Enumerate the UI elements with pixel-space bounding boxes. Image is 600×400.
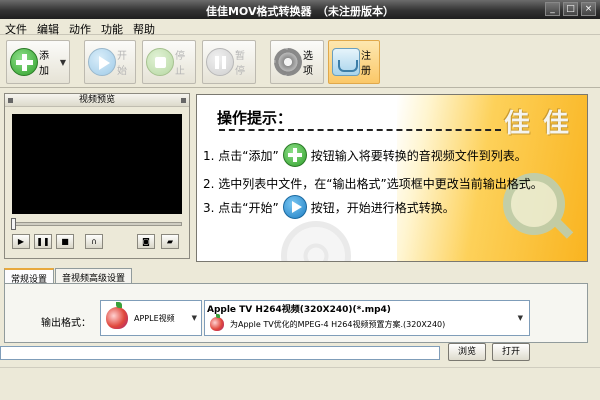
stop-icon	[146, 48, 174, 76]
register-label: 注册	[361, 51, 371, 77]
headphone-icon: ∩	[91, 237, 97, 246]
title-bar[interactable]: 佳佳MOV格式转换器 （未注册版本） _ □ ×	[0, 0, 600, 19]
output-format-label: 输出格式：	[41, 318, 91, 329]
maximize-button[interactable]: □	[563, 2, 578, 16]
start-label: 开始	[117, 51, 127, 77]
open-button[interactable]: 打开	[492, 343, 530, 361]
browse-button[interactable]: 浏览	[448, 343, 486, 361]
film-reel-icon	[281, 221, 351, 261]
pause-icon	[206, 48, 234, 76]
chevron-down-icon[interactable]: ▼	[192, 314, 197, 322]
folder-icon: ▰	[166, 237, 174, 246]
menu-function[interactable]: 功能	[96, 19, 128, 36]
pause-icon: ❚❚	[36, 237, 50, 246]
close-button[interactable]: ×	[581, 2, 596, 16]
format-category-value: APPLE视频	[134, 313, 175, 323]
format-profile-select[interactable]: Apple TV H264视频(320X240)(*.mp4) 为Apple T…	[204, 300, 530, 336]
pause-button[interactable]: 暂停	[202, 40, 256, 84]
tip-step-1: 1. 点击“添加” 按钮输入将要转换的音视频文件到列表。	[203, 143, 527, 167]
add-label: 添加	[39, 51, 49, 77]
register-button[interactable]: 注册	[328, 40, 380, 84]
gear-icon	[274, 48, 302, 76]
play-icon: ▶	[17, 237, 25, 246]
add-icon	[282, 143, 307, 167]
tip-step-3-prefix: 3. 点击“开始”	[203, 200, 279, 215]
pause-control-button[interactable]: ❚❚	[34, 234, 52, 249]
play-icon	[282, 195, 307, 219]
chevron-down-icon[interactable]: ▼	[518, 314, 523, 322]
menu-edit[interactable]: 编辑	[32, 19, 64, 36]
panel-pin-icon	[8, 98, 13, 103]
tip-step-1-prefix: 1. 点击“添加”	[203, 148, 279, 163]
video-screen	[12, 114, 182, 214]
add-icon	[10, 48, 38, 76]
stop-control-button[interactable]: ■	[56, 234, 74, 249]
play-icon	[88, 48, 116, 76]
stop-button[interactable]: 停止	[142, 40, 196, 84]
options-label: 选项	[303, 51, 313, 77]
open-folder-button[interactable]: ▰	[161, 234, 179, 249]
add-button[interactable]: 添加 ▼	[6, 40, 70, 84]
seek-thumb[interactable]	[11, 218, 16, 230]
apple-icon	[210, 314, 224, 331]
brand-logo: 佳 佳	[503, 109, 571, 139]
app-window: 佳佳MOV格式转换器 （未注册版本） _ □ × 文件 编辑 动作 功能 帮助 …	[0, 0, 600, 400]
pause-label: 暂停	[235, 51, 245, 77]
window-title: 佳佳MOV格式转换器 （未注册版本）	[205, 5, 394, 18]
panel-close-icon[interactable]	[181, 98, 186, 103]
profile-description: 为Apple TV优化的MPEG-4 H264视频预置方案.(320X240)	[230, 319, 446, 329]
tip-step-3: 3. 点击“开始” 按钮，开始进行格式转换。	[203, 195, 455, 219]
tip-step-2: 2. 选中列表中文件，在“输出格式”选项框中更改当前输出格式。	[203, 175, 543, 192]
tip-step-1-suffix: 按钮输入将要转换的音视频文件到列表。	[310, 148, 527, 163]
menu-action[interactable]: 动作	[64, 19, 96, 36]
video-preview-panel: 视频预览 ▶ ❚❚ ■ ∩ ◙ ▰	[4, 93, 190, 259]
stop-label: 停止	[175, 51, 185, 77]
status-bar	[0, 367, 600, 400]
profile-description-row: 为Apple TV优化的MPEG-4 H264视频预置方案.(320X240)	[207, 314, 446, 331]
settings-tabs: 常规设置 音视频高级设置	[4, 268, 133, 285]
preview-title-bar: 视频预览	[5, 94, 189, 107]
dropdown-arrow-icon[interactable]: ▼	[60, 58, 66, 67]
tip-step-2-text: 2. 选中列表中文件，在“输出格式”选项框中更改当前输出格式。	[203, 177, 543, 191]
output-path-input[interactable]	[0, 346, 440, 360]
tips-heading: 操作提示：	[217, 109, 293, 127]
menu-bar: 文件 编辑 动作 功能 帮助	[0, 19, 600, 36]
tab-advanced-av-settings[interactable]: 音视频高级设置	[55, 268, 133, 284]
play-control-button[interactable]: ▶	[12, 234, 30, 249]
minimize-button[interactable]: _	[545, 2, 560, 16]
start-button[interactable]: 开始	[84, 40, 136, 84]
headphone-control-button[interactable]: ∩	[85, 234, 103, 249]
format-category-select[interactable]: APPLE视频 ▼	[100, 300, 202, 336]
tips-panel: 佳 佳 操作提示： 1. 点击“添加” 按钮输入将要转换的音视频文件到列表。 2…	[196, 94, 588, 262]
stop-icon: ■	[61, 237, 69, 246]
options-button[interactable]: 选项	[270, 40, 324, 84]
preview-title: 视频预览	[78, 95, 115, 105]
menu-file[interactable]: 文件	[0, 19, 32, 36]
toolbar: 添加 ▼ 开始 停止 暂停 选项 注册	[0, 36, 600, 88]
profile-title: Apple TV H264视频(320X240)(*.mp4)	[207, 305, 391, 315]
seek-bar[interactable]	[11, 218, 182, 230]
camera-icon: ◙	[142, 237, 150, 246]
tip-step-3-suffix: 按钮，开始进行格式转换。	[310, 200, 455, 215]
tips-divider	[219, 129, 501, 131]
apple-icon	[106, 302, 128, 329]
snapshot-button[interactable]: ◙	[137, 234, 155, 249]
menu-help[interactable]: 帮助	[128, 19, 160, 36]
basket-icon	[332, 48, 360, 76]
